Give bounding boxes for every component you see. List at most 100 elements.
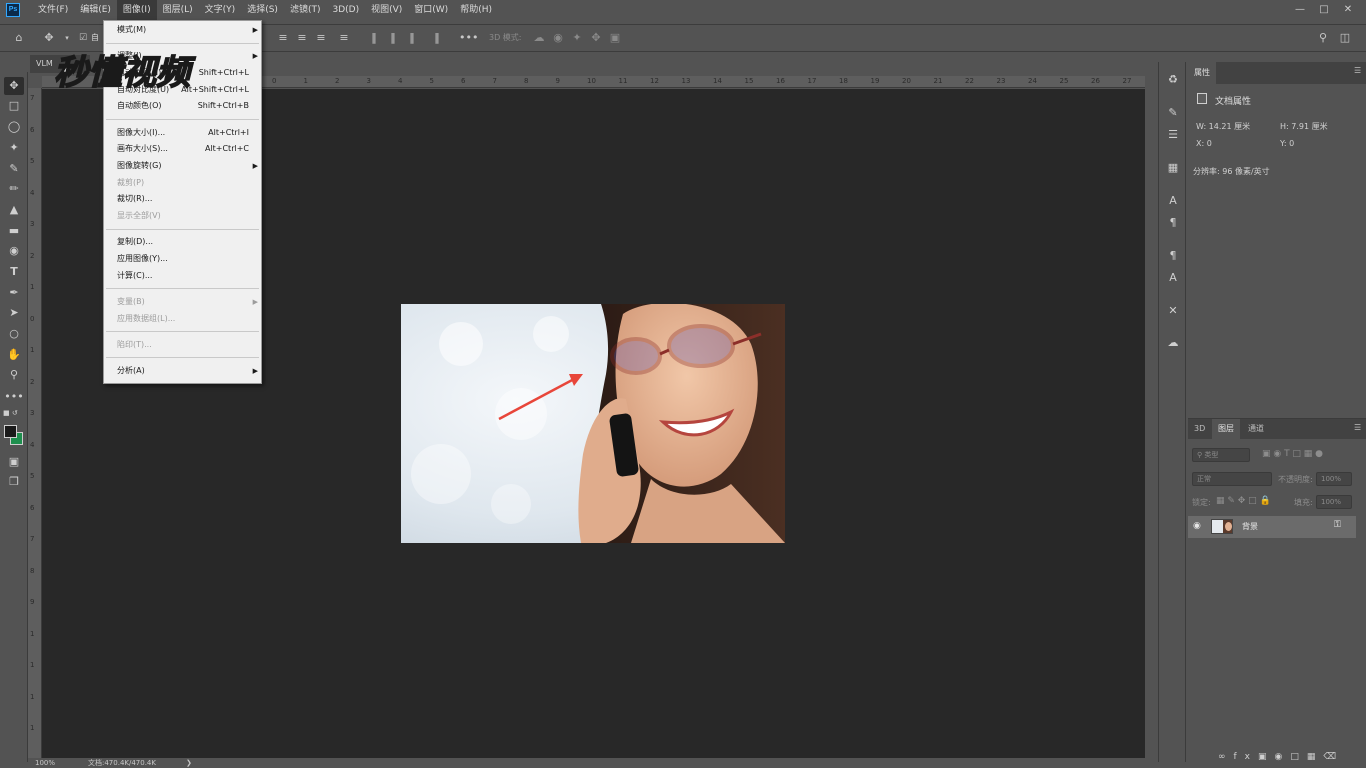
menu-item[interactable]: 裁切(R)... — [104, 191, 261, 207]
layer-name[interactable]: 背景 — [1242, 521, 1258, 532]
align-left-icon[interactable]: ≡ — [276, 31, 290, 45]
eyedropper-icon[interactable]: ✎ — [4, 160, 24, 178]
align-top-icon[interactable]: ‖ — [367, 31, 381, 45]
search-icon[interactable]: ⚲ — [1316, 31, 1330, 45]
tab-3d[interactable]: 3D — [1188, 419, 1211, 439]
menu-3d[interactable]: 3D(D) — [326, 0, 365, 20]
move-tool-icon[interactable]: ✥ — [4, 77, 24, 95]
libraries-icon[interactable]: ▦ — [1165, 160, 1181, 176]
more-tools-icon[interactable]: ••• — [4, 388, 24, 406]
woman-on-phone-photo — [401, 304, 785, 543]
cloud-icon[interactable]: ☁ — [1165, 335, 1181, 351]
menu-item[interactable]: 应用图像(Y)... — [104, 251, 261, 267]
paragraph-style-icon[interactable]: ¶ — [1165, 248, 1181, 264]
3d-roll-icon[interactable]: ◉ — [551, 31, 565, 45]
foreground-color-swatch[interactable] — [4, 425, 17, 438]
minimize-icon[interactable]: — — [1288, 0, 1312, 20]
width-field[interactable]: W: 14.21 厘米 — [1196, 121, 1250, 132]
paragraph-icon[interactable]: ¶ — [1165, 215, 1181, 231]
menu-help[interactable]: 帮助(H) — [454, 0, 498, 20]
maximize-icon[interactable]: □ — [1312, 0, 1336, 20]
menu-layer[interactable]: 图层(L) — [157, 0, 199, 20]
menu-view[interactable]: 视图(V) — [365, 0, 408, 20]
quick-mask-icon[interactable]: ▣ — [4, 453, 24, 471]
menu-image[interactable]: 图像(I) — [116, 0, 157, 20]
3d-scale-icon[interactable]: ▣ — [608, 31, 622, 45]
align-bottom-icon[interactable]: ‖ — [405, 31, 419, 45]
zoom-level[interactable]: 100% — [35, 758, 55, 768]
menu-file[interactable]: 文件(F) — [32, 0, 74, 20]
workspace-icon[interactable]: ◫ — [1338, 31, 1352, 45]
tab-channels[interactable]: 通道 — [1242, 419, 1270, 439]
glyphs-icon[interactable]: A — [1165, 270, 1181, 286]
fill-input[interactable]: 100% — [1316, 495, 1352, 509]
adjustments-icon[interactable]: ☰ — [1165, 127, 1181, 143]
filter-icons[interactable]: ▣ ◉ T □ ▦ ● — [1262, 449, 1323, 459]
layer-actions-bar[interactable]: ∞fx▣◉□▦⌫ — [1218, 752, 1344, 762]
align-right-icon[interactable]: ≡ — [314, 31, 328, 45]
align-hcenter-icon[interactable]: ≡ — [295, 31, 309, 45]
3d-slide-icon[interactable]: ✥ — [589, 31, 603, 45]
tools-icon[interactable]: ✕ — [1165, 303, 1181, 319]
layer-filter-input[interactable]: ⚲ 类型 — [1192, 448, 1250, 462]
menu-item-label: 图像旋转(G) — [117, 160, 162, 170]
eye-icon[interactable]: ◉ — [1193, 521, 1201, 531]
menu-item[interactable]: 复制(D)... — [104, 234, 261, 250]
lock-icons[interactable]: ▦ ✎ ✥ □ 🔒 — [1216, 496, 1271, 506]
ellipse-tool-icon[interactable]: ○ — [4, 325, 24, 343]
status-menu-icon[interactable]: ❯ — [186, 758, 192, 768]
panel-menu-icon[interactable]: ☰ — [1354, 423, 1361, 432]
brush-settings-icon[interactable]: ✎ — [1165, 105, 1181, 121]
menu-item[interactable]: 模式(M) ▶ — [104, 22, 261, 38]
history-icon[interactable]: ♻ — [1165, 72, 1181, 88]
hand-tool-icon[interactable]: ✋ — [4, 346, 24, 364]
move-tool-icon[interactable]: ✥ — [42, 31, 56, 45]
menu-item[interactable]: 分析(A) ▶ — [104, 363, 261, 379]
type-tool-icon[interactable]: T — [4, 263, 24, 281]
menu-filter[interactable]: 滤镜(T) — [284, 0, 327, 20]
home-icon[interactable]: ⌂ — [12, 31, 26, 45]
zoom-tool-icon[interactable]: ⚲ — [4, 366, 24, 384]
menu-item[interactable]: 自动颜色(O) Shift+Ctrl+B — [104, 98, 261, 114]
menu-edit[interactable]: 编辑(E) — [74, 0, 117, 20]
path-select-icon[interactable]: ➤ — [4, 304, 24, 322]
magic-wand-icon[interactable]: ✦ — [4, 139, 24, 157]
close-icon[interactable]: ✕ — [1336, 0, 1360, 20]
distribute-v-icon[interactable]: ‖ — [430, 31, 444, 45]
y-field[interactable]: Y: 0 — [1280, 139, 1294, 148]
menu-item[interactable]: 图像旋转(G) ▶ — [104, 158, 261, 174]
3d-pan-icon[interactable]: ✦ — [570, 31, 584, 45]
document-info[interactable]: 文档:470.4K/470.4K — [88, 758, 156, 768]
opacity-input[interactable]: 100% — [1316, 472, 1352, 486]
document-image[interactable] — [401, 304, 785, 543]
lasso-tool-icon[interactable]: ◯ — [4, 118, 24, 136]
menu-item[interactable]: 图像大小(I)... Alt+Ctrl+I — [104, 125, 261, 141]
align-vcenter-icon[interactable]: ‖ — [386, 31, 400, 45]
paint-bucket-icon[interactable]: ◉ — [4, 242, 24, 260]
panel-menu-icon[interactable]: ☰ — [1354, 66, 1361, 75]
blend-mode-select[interactable]: 正常 — [1192, 472, 1272, 486]
brush-tool-icon[interactable]: ✏ — [4, 180, 24, 198]
swap-colors-icon[interactable]: ■ ↺ — [3, 409, 23, 419]
pen-tool-icon[interactable]: ✒ — [4, 284, 24, 302]
menu-type[interactable]: 文字(Y) — [199, 0, 242, 20]
marquee-tool-icon[interactable]: □ — [4, 97, 24, 115]
height-field[interactable]: H: 7.91 厘米 — [1280, 121, 1328, 132]
menu-item[interactable]: 计算(C)... — [104, 268, 261, 284]
menu-item[interactable]: 画布大小(S)... Alt+Ctrl+C — [104, 141, 261, 157]
autoselect-checkbox[interactable]: ☑ — [76, 31, 90, 45]
more-options-icon[interactable]: ••• — [459, 31, 478, 45]
chevron-down-icon[interactable]: ▾ — [60, 31, 74, 45]
menu-window[interactable]: 窗口(W) — [408, 0, 454, 20]
screen-mode-icon[interactable]: ❐ — [4, 473, 24, 491]
eraser-tool-icon[interactable]: ▬ — [4, 222, 24, 240]
3d-orbit-icon[interactable]: ☁ — [532, 31, 546, 45]
tab-properties[interactable]: 属性 — [1188, 62, 1216, 84]
character-icon[interactable]: A — [1165, 193, 1181, 209]
menu-select[interactable]: 选择(S) — [241, 0, 284, 20]
stamp-tool-icon[interactable]: ▲ — [4, 201, 24, 219]
distribute-icon[interactable]: ≡ — [337, 31, 351, 45]
layer-row[interactable]: ◉ 背景 ⚿ — [1188, 516, 1356, 538]
tab-layers[interactable]: 图层 — [1212, 419, 1240, 439]
x-field[interactable]: X: 0 — [1196, 139, 1212, 148]
